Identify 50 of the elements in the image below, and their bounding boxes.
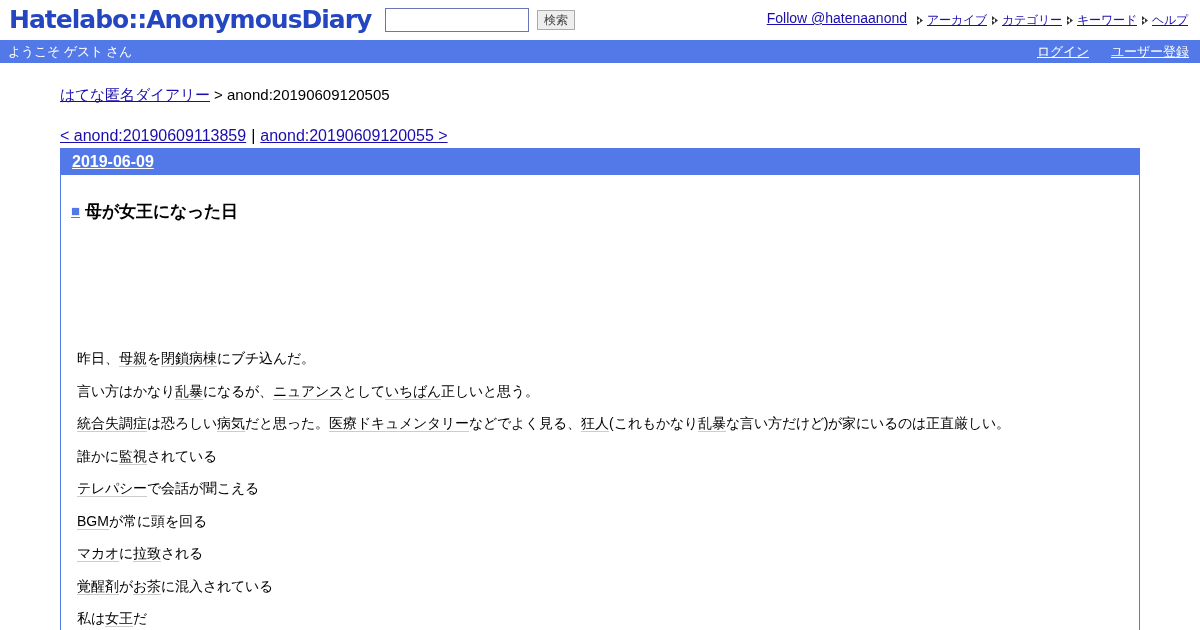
account-link[interactable]: ユーザー登録 [1111,41,1189,62]
keyword-link[interactable]: 閉鎖病棟 [161,350,217,367]
keyword-link[interactable]: 女王 [105,610,133,627]
keyword-link[interactable]: 統合失調症 [77,415,147,432]
site-logo[interactable]: Hatelabo::AnonymousDiary [9,5,372,35]
entry-paragraph: 昨日、母親を閉鎖病棟にブチ込んだ。 [77,350,316,367]
keyword-link[interactable]: BGM [77,512,109,530]
date-link[interactable]: 2019-06-09 [72,149,154,174]
keyword-link[interactable]: 覚醒剤 [77,577,119,595]
nav-link[interactable]: キーワード [1077,11,1137,29]
search-field[interactable] [385,8,530,32]
keyword-link[interactable]: ニュアンス [273,382,343,400]
nav-link[interactable]: カテゴリー [1002,11,1062,29]
keyword-link[interactable]: お茶 [133,577,161,595]
arrow-icon [1142,15,1148,25]
nav-link[interactable]: アーカイブ [927,11,987,29]
keyword-link[interactable]: 母親 [119,350,147,367]
keyword-link[interactable]: テレパシー [77,480,147,497]
next-entry-link[interactable]: anond:20190609120055 > [260,123,448,148]
keyword-link[interactable]: 医療ドキュメンタリー [329,415,469,432]
keyword-link[interactable]: 監視 [119,447,147,465]
welcome-text: ようこそ ゲスト さん [8,42,133,61]
arrow-icon [1067,15,1073,25]
keyword-link[interactable]: 病気 [217,415,245,432]
entry-paragraph: テレパシーで会話が聞こえる [77,480,260,497]
keyword-link[interactable]: 狂人 [581,415,609,432]
keyword-link[interactable]: いちばん [385,382,441,400]
search-button[interactable]: 検索 [537,10,576,30]
arrow-icon [992,15,998,25]
breadcrumb-link[interactable]: はてな匿名ダイアリー [60,84,210,107]
follow-link[interactable]: Follow @hatenaanond [766,8,907,29]
pager-separator: | [251,125,256,146]
entry-paragraph: 私は女王だ [77,610,148,627]
previous-entry-link[interactable]: < anond:20190609113859 [60,123,247,148]
entry-paragraph: マカオに拉致される [77,545,204,562]
nav-link[interactable]: ヘルプ [1152,11,1188,29]
entry-anchor-link[interactable]: ■ [71,200,81,223]
breadcrumb-current: > anond:20190609120505 [214,85,390,105]
entry-title: 母が女王になった日 [85,200,239,223]
account-link[interactable]: ログイン [1037,41,1089,62]
entry-paragraph: 統合失調症は恐ろしい病気だと思った。医療ドキュメンタリーなどでよく見る、狂人(これもかなり乱暴な言い方だけど)が家にいるのは正直厳しい。 [77,415,1012,432]
keyword-link[interactable]: 乱暴 [175,382,203,400]
entry-paragraph: 誰かに監視されている [77,447,218,465]
arrow-icon [917,15,923,25]
entry-paragraph: 言い方はかなり乱暴になるが、ニュアンス として いちばん正しいと思う。 [77,382,540,400]
keyword-link[interactable]: 乱暴 [697,415,726,432]
keyword-link[interactable]: マカオ [77,545,119,562]
entry-paragraph: BGMが常に頭を回る [77,512,208,530]
entry-paragraph: 覚醒剤がお茶に混入されている [77,577,274,595]
keyword-link[interactable]: 拉致 [133,545,161,562]
